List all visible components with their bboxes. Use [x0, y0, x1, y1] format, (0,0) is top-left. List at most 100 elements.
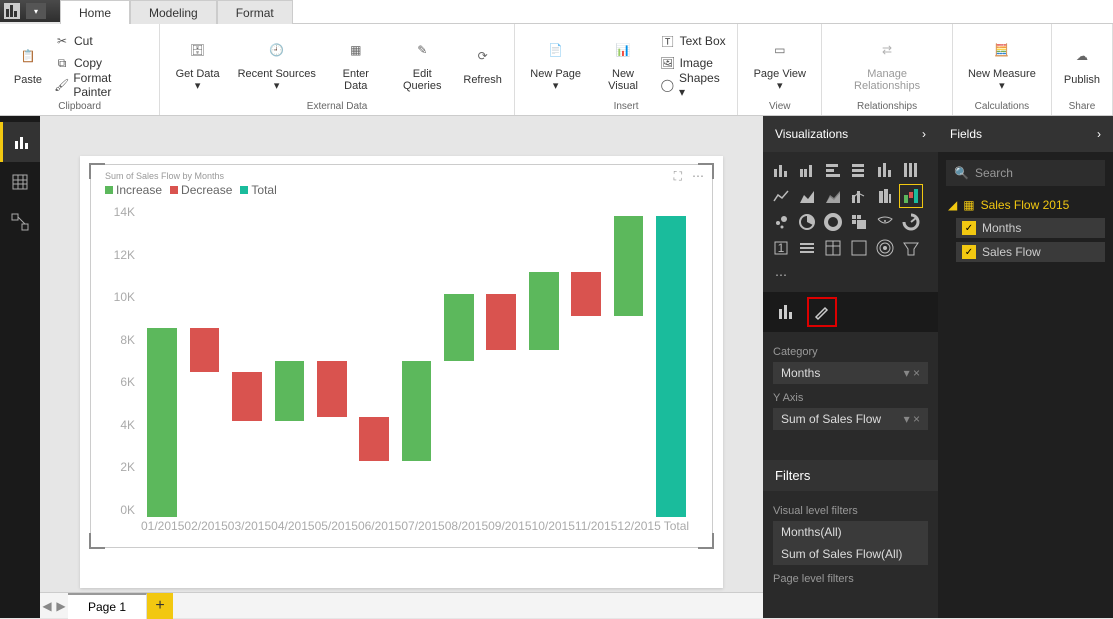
viz-type-1[interactable] [795, 158, 819, 182]
tab-modeling[interactable]: Modeling [130, 0, 217, 24]
qat-dropdown[interactable]: ▾ [26, 3, 46, 19]
viz-type-5[interactable] [899, 158, 923, 182]
resize-handle-bl[interactable] [89, 533, 105, 549]
insert-group-label: Insert [521, 100, 731, 113]
viz-type-19[interactable] [795, 236, 819, 260]
viz-type-14[interactable] [821, 210, 845, 234]
viz-type-9[interactable] [847, 184, 871, 208]
field-months[interactable]: ✓Months [956, 218, 1105, 238]
model-view-button[interactable] [0, 202, 40, 242]
viz-type-6[interactable] [769, 184, 793, 208]
edit-queries-button[interactable]: ✎Edit Queries [387, 26, 457, 100]
format-tab-icon[interactable] [807, 297, 837, 327]
tab-home[interactable]: Home [60, 0, 130, 24]
focus-mode-icon[interactable]: ⛶ [674, 169, 682, 184]
newpage-label: New Page ▾ [527, 68, 585, 92]
data-view-button[interactable] [0, 162, 40, 202]
visual-options[interactable]: ⛶⋯ [674, 169, 704, 184]
category-well[interactable]: Months▾ × [773, 362, 928, 384]
legend-tot-swatch [240, 186, 248, 194]
yaxis-well-menu[interactable]: ▾ × [904, 412, 920, 426]
format-tabs [763, 292, 938, 332]
waterfall-visual[interactable]: Sum of Sales Flow by Months ⛶⋯ Increase … [90, 164, 713, 548]
report-canvas[interactable]: Sum of Sales Flow by Months ⛶⋯ Increase … [40, 116, 763, 618]
shapes-button[interactable]: ◯Shapes ▾ [656, 74, 732, 96]
expand-icon: ◢ [948, 198, 957, 212]
viz-type-20[interactable] [821, 236, 845, 260]
field-wells: Category Months▾ × Y Axis Sum of Sales F… [763, 332, 938, 460]
fields-search[interactable]: 🔍Search [946, 160, 1105, 186]
more-options-icon[interactable]: ⋯ [692, 169, 704, 184]
checkbox-checked-icon[interactable]: ✓ [962, 245, 976, 259]
report-page[interactable]: Sum of Sales Flow by Months ⛶⋯ Increase … [80, 156, 723, 588]
viz-type-10[interactable] [873, 184, 897, 208]
y-axis: 14K12K10K8K6K4K2K0K [105, 205, 135, 517]
fields-header[interactable]: Fields› [938, 116, 1113, 152]
yaxis-well-label: Y Axis [773, 392, 928, 404]
get-data-button[interactable]: 🗄Get Data ▾ [166, 26, 229, 100]
viz-type-23[interactable] [899, 236, 923, 260]
page-prev-button[interactable]: ◀ [40, 599, 54, 613]
visual-type-gallery: 1⋯ [763, 152, 938, 292]
publish-label: Publish [1064, 74, 1100, 86]
page-view-button[interactable]: ▭Page View ▾ [744, 26, 815, 100]
viz-type-2[interactable] [821, 158, 845, 182]
viz-type-8[interactable] [821, 184, 845, 208]
new-page-button[interactable]: 📄New Page ▾ [521, 26, 591, 100]
format-painter-button[interactable]: 🖌Format Painter [50, 74, 153, 96]
svg-text:⋯: ⋯ [775, 268, 787, 282]
viz-type-7[interactable] [795, 184, 819, 208]
field-salesflow[interactable]: ✓ Sales Flow [956, 242, 1105, 262]
viz-type-21[interactable] [847, 236, 871, 260]
visual-title: Sum of Sales Flow by Months [105, 171, 224, 181]
collapse-icon[interactable]: › [1097, 127, 1101, 141]
filter-salesflow[interactable]: Sum of Sales Flow(All) [773, 543, 928, 565]
filter-salesflow-label: Sum of Sales Flow(All) [781, 547, 902, 561]
textbox-button[interactable]: 🅃Text Box [656, 30, 732, 52]
table-salesflow2015[interactable]: ◢▦Sales Flow 2015 [938, 194, 1113, 216]
checkbox-checked-icon[interactable]: ✓ [962, 221, 976, 235]
visualizations-header[interactable]: Visualizations› [763, 116, 938, 152]
viz-type-13[interactable] [795, 210, 819, 234]
getdata-label: Get Data ▾ [172, 68, 223, 92]
copy-label: Copy [74, 56, 102, 70]
page-next-button[interactable]: ▶ [54, 599, 68, 613]
shapes-label: Shapes ▾ [679, 71, 727, 99]
field-salesflow-label: Sales Flow [982, 245, 1041, 259]
add-page-button[interactable]: + [147, 593, 173, 619]
viz-type-0[interactable] [769, 158, 793, 182]
new-measure-button[interactable]: 🧮New Measure ▾ [959, 26, 1045, 100]
viz-type-18[interactable]: 1 [769, 236, 793, 260]
viz-type-12[interactable] [769, 210, 793, 234]
viz-type-11[interactable] [899, 184, 923, 208]
filter-months-label: Months(All) [781, 525, 842, 539]
resize-handle-br[interactable] [698, 533, 714, 549]
legend-dec-label: Decrease [181, 183, 232, 197]
recent-sources-button[interactable]: 🕘Recent Sources ▾ [229, 26, 325, 100]
collapse-icon[interactable]: › [922, 127, 926, 141]
paste-button[interactable]: 📋Paste [6, 26, 50, 100]
enter-data-button[interactable]: ▦Enter Data [324, 26, 387, 100]
refresh-button[interactable]: ⟳Refresh [457, 26, 508, 100]
viz-type-3[interactable] [847, 158, 871, 182]
viz-type-15[interactable] [847, 210, 871, 234]
category-well-menu[interactable]: ▾ × [904, 366, 920, 380]
yaxis-well[interactable]: Sum of Sales Flow▾ × [773, 408, 928, 430]
new-visual-button[interactable]: 📊New Visual [590, 26, 655, 100]
tab-format[interactable]: Format [217, 0, 293, 24]
viz-type-17[interactable] [899, 210, 923, 234]
viz-type-16[interactable] [873, 210, 897, 234]
viz-type-22[interactable] [873, 236, 897, 260]
filter-months[interactable]: Months(All) [773, 521, 928, 543]
viz-type-24[interactable]: ⋯ [769, 262, 793, 286]
resize-handle-tl[interactable] [89, 163, 105, 179]
manage-relationships-button[interactable]: ⇄Manage Relationships [828, 26, 946, 100]
page-tab-1[interactable]: Page 1 [68, 593, 147, 619]
publish-button[interactable]: ☁Publish [1058, 26, 1106, 100]
fields-tab-icon[interactable] [771, 297, 801, 327]
report-view-button[interactable] [0, 122, 40, 162]
filters-header: Filters [763, 460, 938, 491]
cut-button[interactable]: ✂Cut [50, 30, 153, 52]
workspace: Sum of Sales Flow by Months ⛶⋯ Increase … [0, 116, 1113, 618]
viz-type-4[interactable] [873, 158, 897, 182]
